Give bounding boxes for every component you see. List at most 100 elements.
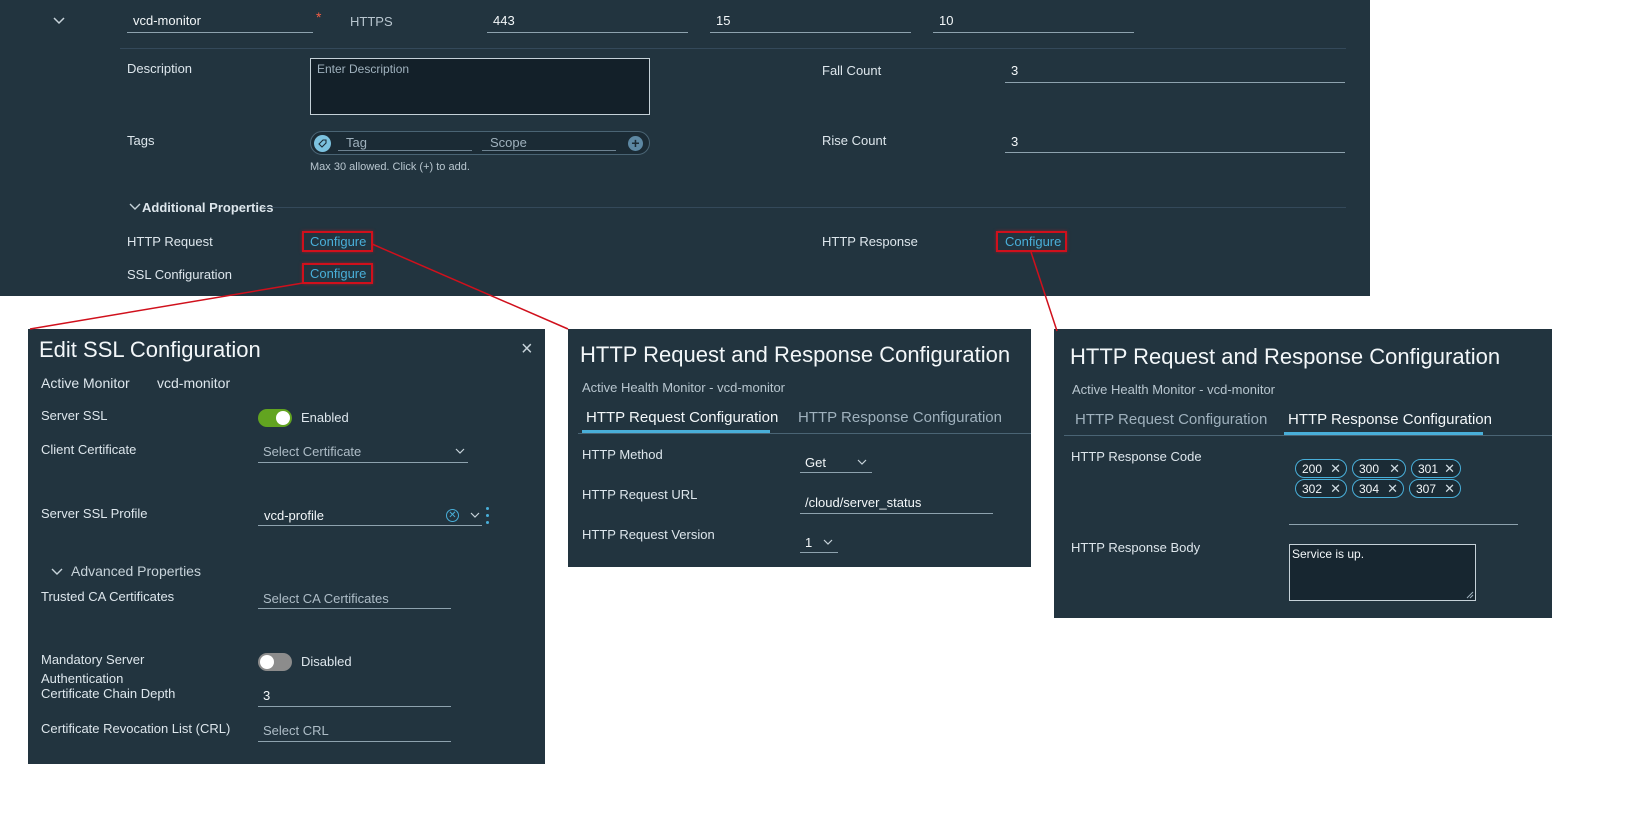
chevron-down-icon[interactable] <box>51 567 63 576</box>
remove-chip-icon[interactable]: ✕ <box>1444 461 1455 477</box>
mandatory-auth-label-2: Authentication <box>41 671 124 686</box>
chip-label: 301 <box>1418 462 1439 476</box>
description-label: Description <box>127 61 193 76</box>
chevron-down-icon[interactable] <box>455 448 465 455</box>
mandatory-auth-state: Disabled <box>301 654 352 669</box>
ssl-configure-highlight <box>302 263 373 284</box>
chevron-down-icon[interactable] <box>823 539 833 546</box>
tab-http-request[interactable]: HTTP Request Configuration <box>586 409 778 426</box>
http-response-highlight <box>996 231 1067 252</box>
dialog-title: HTTP Request and Response Configuration <box>580 342 1011 367</box>
trusted-ca-select[interactable]: Select CA Certificates <box>263 591 389 606</box>
response-code-underline <box>1289 524 1518 525</box>
resize-handle-icon[interactable] <box>1465 590 1474 599</box>
chevron-down-icon[interactable] <box>470 512 480 519</box>
chevron-down-icon[interactable] <box>129 202 141 211</box>
monitor-type: HTTPS <box>350 14 393 29</box>
response-body-value: Service is up. <box>1292 547 1365 561</box>
tags-hint: Max 30 allowed. Click (+) to add. <box>310 161 470 173</box>
clear-icon[interactable]: ✕ <box>446 509 459 522</box>
response-code-chip[interactable]: 302 ✕ <box>1295 479 1347 498</box>
interval-underline <box>710 32 911 33</box>
tab-http-request[interactable]: HTTP Request Configuration <box>1075 411 1267 428</box>
tab-http-response[interactable]: HTTP Response Configuration <box>798 409 1002 426</box>
close-icon[interactable]: × <box>521 338 533 361</box>
additional-divider <box>264 207 1346 208</box>
http-response-body-textarea[interactable]: Service is up. <box>1289 544 1476 601</box>
client-certificate-select[interactable]: Select Certificate <box>263 444 361 459</box>
tag-underline <box>338 150 472 151</box>
rise-count-label: Rise Count <box>822 133 887 148</box>
client-certificate-label: Client Certificate <box>41 442 137 457</box>
remove-chip-icon[interactable]: ✕ <box>1330 461 1341 477</box>
timeout-value[interactable]: 10 <box>939 13 953 28</box>
chip-label: 300 <box>1359 462 1380 476</box>
response-code-chip[interactable]: 301 ✕ <box>1411 459 1461 478</box>
remove-chip-icon[interactable]: ✕ <box>1387 481 1398 497</box>
chevron-down-icon[interactable] <box>857 459 867 466</box>
monitor-name-underline <box>127 32 313 33</box>
description-textarea[interactable]: Enter Description <box>310 58 650 115</box>
tags-label: Tags <box>127 133 155 148</box>
client-certificate-underline <box>258 462 468 463</box>
more-options-icon[interactable] <box>486 507 490 525</box>
toggle-knob <box>260 655 274 669</box>
required-mark: * <box>316 9 322 25</box>
http-request-url-label: HTTP Request URL <box>582 487 698 502</box>
server-ssl-toggle[interactable] <box>258 409 292 427</box>
edit-ssl-configuration-dialog: Edit SSL Configuration × Active Monitor … <box>28 329 545 764</box>
chain-depth-underline <box>258 706 451 707</box>
dialog-subtitle: Active Health Monitor - vcd-monitor <box>582 380 786 395</box>
remove-chip-icon[interactable]: ✕ <box>1330 481 1341 497</box>
add-tag-icon[interactable]: + <box>628 136 643 151</box>
http-method-underline <box>800 472 872 473</box>
tabs-divider <box>578 433 1031 434</box>
server-ssl-label: Server SSL <box>41 408 108 423</box>
crl-select[interactable]: Select CRL <box>263 723 329 738</box>
mandatory-auth-label-1: Mandatory Server <box>41 652 145 667</box>
remove-chip-icon[interactable]: ✕ <box>1444 481 1455 497</box>
advanced-properties-toggle[interactable]: Advanced Properties <box>71 563 201 579</box>
dialog-subtitle: Active Health Monitor - vcd-monitor <box>1072 382 1276 397</box>
response-code-chip[interactable]: 304 ✕ <box>1352 479 1404 498</box>
tab-http-response[interactable]: HTTP Response Configuration <box>1288 411 1492 428</box>
interval-value[interactable]: 15 <box>716 13 730 28</box>
crl-label: Certificate Revocation List (CRL) <box>41 721 231 736</box>
chip-label: 304 <box>1359 482 1380 496</box>
tag-placeholder[interactable]: Tag <box>346 135 367 150</box>
description-placeholder: Enter Description <box>317 62 410 76</box>
http-response-label: HTTP Response <box>822 234 918 249</box>
rise-count-value[interactable]: 3 <box>1011 134 1018 149</box>
response-code-chip[interactable]: 307 ✕ <box>1409 479 1461 498</box>
http-response-body-label: HTTP Response Body <box>1071 540 1201 555</box>
row-divider <box>120 48 1346 49</box>
fall-count-value[interactable]: 3 <box>1011 63 1018 78</box>
ssl-configuration-label: SSL Configuration <box>127 267 233 282</box>
response-code-chip[interactable]: 300 ✕ <box>1352 459 1406 478</box>
scope-placeholder[interactable]: Scope <box>490 135 527 150</box>
trusted-ca-label: Trusted CA Certificates <box>41 589 175 604</box>
http-request-version-select[interactable]: 1 <box>805 535 812 550</box>
chip-label: 200 <box>1302 462 1323 476</box>
port-value[interactable]: 443 <box>493 13 515 28</box>
chain-depth-value[interactable]: 3 <box>263 688 270 703</box>
http-method-select[interactable]: Get <box>805 455 826 470</box>
server-ssl-profile-value[interactable]: vcd-profile <box>264 508 324 523</box>
response-code-chip[interactable]: 200 ✕ <box>1295 459 1347 478</box>
mandatory-auth-toggle[interactable] <box>258 653 292 671</box>
http-response-code-label: HTTP Response Code <box>1071 449 1202 464</box>
tag-icon <box>314 135 331 152</box>
additional-properties-toggle[interactable]: Additional Properties <box>142 200 273 215</box>
chip-label: 302 <box>1302 482 1323 496</box>
fall-count-label: Fall Count <box>822 63 882 78</box>
http-request-highlight <box>302 231 373 252</box>
chevron-down-icon[interactable] <box>52 16 66 26</box>
server-ssl-profile-underline <box>258 525 482 526</box>
http-request-version-underline <box>800 552 838 553</box>
remove-chip-icon[interactable]: ✕ <box>1389 461 1400 477</box>
monitor-name-value[interactable]: vcd-monitor <box>133 13 201 28</box>
dialog-title: HTTP Request and Response Configuration <box>1070 344 1501 369</box>
server-ssl-state: Enabled <box>301 410 349 425</box>
http-request-url-value[interactable]: /cloud/server_status <box>805 495 921 510</box>
chain-depth-label: Certificate Chain Depth <box>41 686 176 701</box>
